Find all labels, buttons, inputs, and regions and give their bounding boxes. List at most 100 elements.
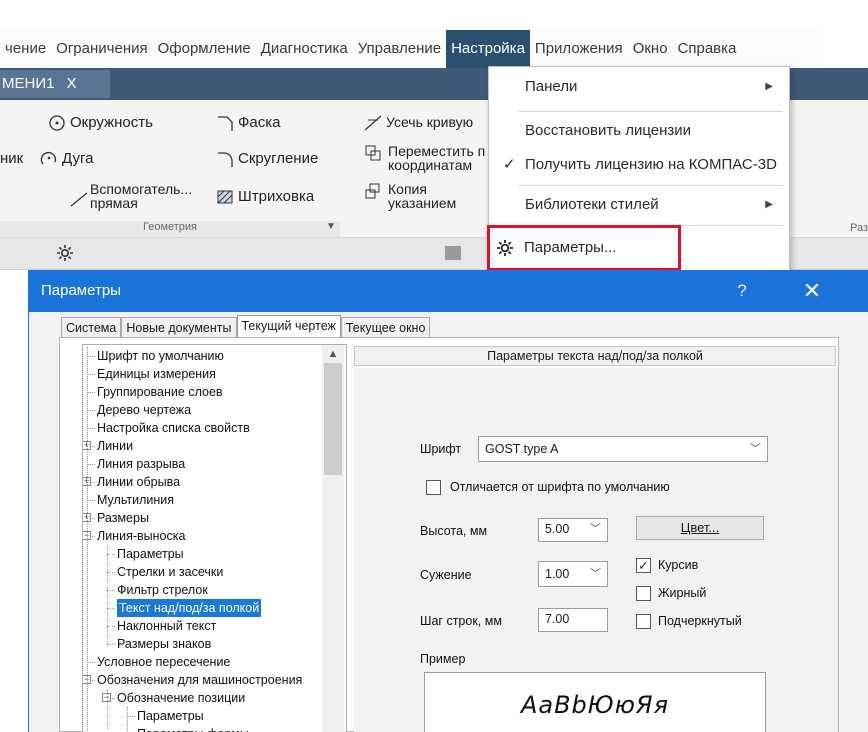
font-select[interactable]: GOST type A ﹀ [478,436,768,462]
tab-0[interactable]: Система [61,317,122,338]
menu-item-style-libraries[interactable]: Библиотеки стилей ▶ [489,185,789,225]
step-label: Шаг строк, мм [420,614,502,628]
close-icon[interactable]: X [67,75,77,92]
step-input[interactable]: 7.00 [538,608,608,632]
chevron-down-icon: ﹀ [590,568,601,580]
tree-item[interactable]: Линии [97,437,133,455]
chevron-down-icon: ﹀ [750,443,761,455]
height-select[interactable]: 5.00 ﹀ [538,518,608,542]
tree-item[interactable]: Мультилиния [97,491,174,509]
scroll-up-icon[interactable]: ▲ [322,345,344,363]
chamfer-icon [218,116,233,131]
ribbon-arc-button[interactable]: Дуга [62,150,93,167]
font-select-value: GOST type A [485,442,559,456]
ribbon-hatch-button[interactable]: Штриховка [238,188,314,205]
ribbon-copy-button[interactable]: Копия указанием [388,182,456,210]
menu-4[interactable]: Управление [353,30,446,68]
menu-item-get-license[interactable]: ✓ Получить лицензию на КОМПАС-3D [489,145,789,185]
tree-connector [107,644,115,645]
ribbon-circle-button[interactable]: Окружность [70,114,153,131]
ribbon-chamfer-button[interactable]: Фаска [238,114,280,131]
italic-checkbox[interactable]: ✓ [636,558,651,573]
menu-item-parameters[interactable]: Параметры... [487,225,681,271]
menu-2[interactable]: Оформление [153,30,256,68]
settings-dropdown-menu: Панели ▶ Восстановить лицензии ✓ Получит… [487,66,790,272]
tree-connector [107,554,115,555]
sample-preview: АаBbЮюЯя [424,672,766,732]
tree-connector [107,590,115,591]
sample-text: АаBbЮюЯя [520,691,670,719]
menu-7[interactable]: Окно [628,30,673,68]
tree-item[interactable]: Шрифт по умолчанию [97,347,224,365]
tree-connector [87,392,95,393]
tree-item[interactable]: Параметры [137,707,204,725]
settings-tree: Шрифт по умолчанию Единицы измерения Групп… [82,344,347,732]
color-button[interactable]: Цвет... [636,516,764,540]
tab-2[interactable]: Текущий чертеж [236,315,341,338]
scroll-thumb[interactable] [324,363,342,475]
bold-checkbox[interactable] [636,586,651,601]
tree-item[interactable]: Текст над/под/за полкой [117,599,262,617]
tree-item[interactable]: Обозначения для машиностроения [97,671,302,689]
menu-item-panels[interactable]: Панели ▶ [489,67,789,107]
menu-5[interactable]: Настройка [446,30,530,68]
help-button[interactable]: ? [727,270,757,312]
differs-label: Отличается от шрифта по умолчанию [450,480,670,494]
tree-guide [127,707,128,732]
gear-icon[interactable] [56,244,74,262]
tree-item[interactable]: Стрелки и засечки [117,563,223,581]
tree-guide [107,689,108,729]
ribbon-trim-button[interactable]: Усечь кривую [386,114,473,130]
document-tab[interactable]: МЕНИ1 X [0,70,110,98]
collapse-arrow-icon[interactable]: ▼ [326,221,336,232]
italic-label: Курсив [658,558,699,572]
dialog-tabs: Система Новые документы Текущий чертеж Теку… [61,315,431,338]
tree-connector [107,572,115,573]
tree-connector [87,662,95,663]
menu-8[interactable]: Справка [673,30,742,68]
height-label: Высота, мм [420,524,488,538]
tree-connector [87,428,95,429]
menu-3[interactable]: Диагностика [256,30,353,68]
tree-scrollbar[interactable]: ▲ [322,345,344,732]
font-label: Шрифт [420,442,462,456]
ribbon-move-button[interactable]: Переместить п координатам [388,144,485,172]
tree-item[interactable]: Единицы измерения [97,365,216,383]
move-icon [365,145,381,161]
circle-icon [49,115,65,131]
tree-item[interactable]: Параметры [117,545,184,563]
tree-item[interactable]: Параметры формы [137,725,249,732]
tree-item[interactable]: Размеры [97,509,149,527]
tree-guide [87,347,88,732]
trim-curve-icon [364,115,382,131]
tree-item[interactable]: Условное пересечение [97,653,230,671]
tree-item[interactable]: Размеры знаков [117,635,211,653]
tree-item[interactable]: Дерево чертежа [97,401,191,419]
ribbon-aux-line-button[interactable]: Вспомогатель... прямая [90,182,192,210]
underline-checkbox[interactable] [636,614,651,629]
menu-6[interactable]: Приложения [530,30,628,68]
tree-item[interactable]: Линия-выноска [97,527,185,545]
tree-item[interactable]: Линии обрыва [97,473,180,491]
ribbon-fillet-button[interactable]: Скругление [238,150,318,167]
close-button[interactable]: ✕ [789,270,835,312]
tree-item[interactable]: Обозначение позиции [117,689,245,707]
submenu-arrow-icon: ▶ [765,81,773,92]
narrow-select[interactable]: 1.00 ﹀ [538,561,608,587]
tree-item[interactable]: Группирование слоев [97,383,223,401]
dialog-titlebar[interactable]: Параметры ? ✕ [29,270,868,312]
menu-0[interactable]: чение [0,30,51,68]
grid-toggle-icon[interactable] [445,246,461,260]
tree-connector [107,608,115,609]
tree-item[interactable]: Линия разрыва [97,455,185,473]
tree-item[interactable]: Настройка списка свойств [97,419,250,437]
tab-3[interactable]: Текущее окно [340,317,431,338]
differs-checkbox[interactable] [426,480,441,495]
tab-1[interactable]: Новые документы [121,317,237,338]
ribbon-aux-line-label-1: Вспомогатель... [90,181,193,197]
tree-item[interactable]: Наклонный текст [117,617,216,635]
menu-1[interactable]: Ограничения [51,30,152,68]
step-input-value: 7.00 [545,612,570,626]
ribbon-copy-label-1: Копия [388,181,427,197]
tree-item[interactable]: Фильтр стрелок [117,581,208,599]
